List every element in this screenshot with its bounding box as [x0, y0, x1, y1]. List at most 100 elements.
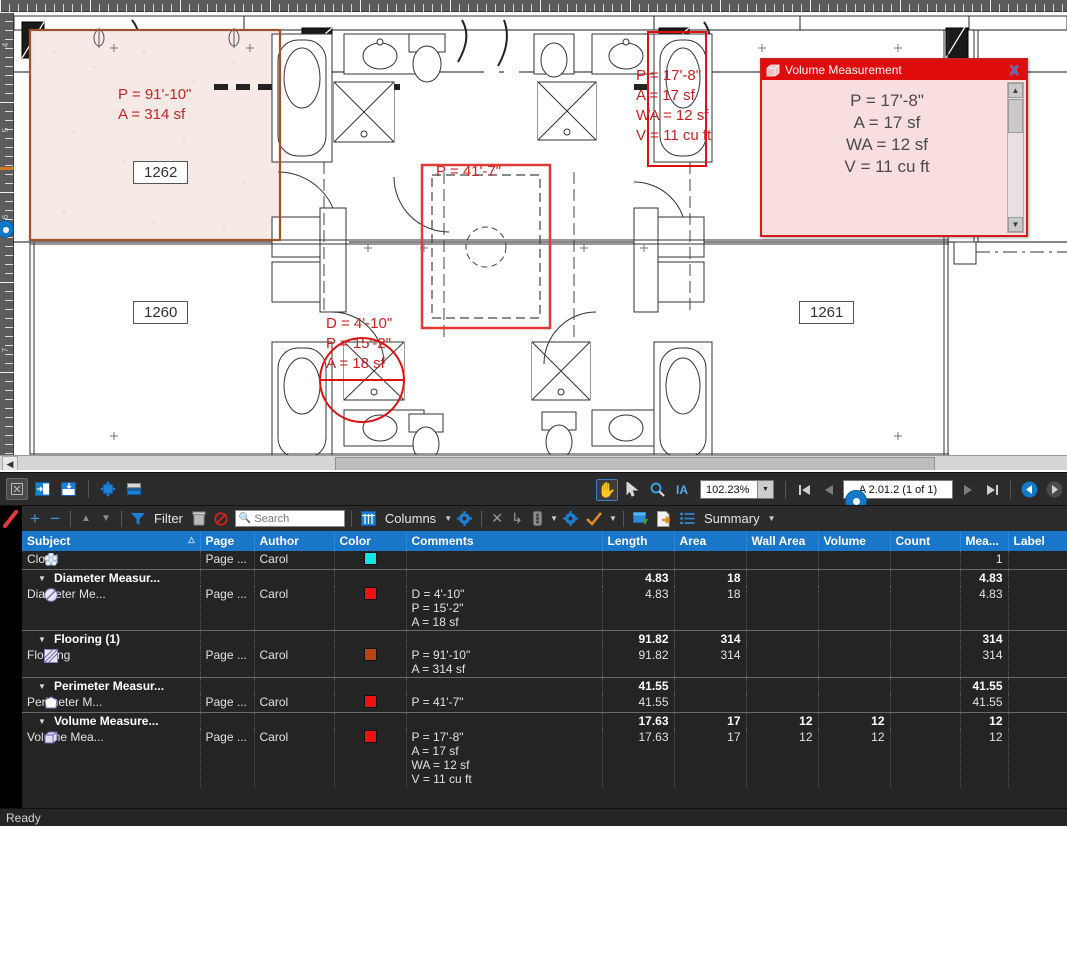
columns-label[interactable]: Columns [381, 511, 440, 526]
drawing-horizontal-scrollbar[interactable]: ◀ [0, 455, 1067, 470]
checkmark-icon[interactable] [583, 509, 605, 529]
export-markups-icon[interactable] [654, 509, 675, 529]
checkmark-chevron-down-icon[interactable]: ▼ [607, 514, 617, 523]
columns-settings-gear-icon[interactable] [454, 509, 475, 529]
color-cell[interactable] [334, 712, 407, 729]
column-header-area[interactable]: Area [674, 531, 747, 551]
clear-filter-icon[interactable] [211, 509, 231, 529]
scroll-down-icon[interactable]: ▼ [1008, 217, 1023, 232]
column-header-subject[interactable]: Subject [22, 531, 201, 551]
subject-cell[interactable]: Diameter Me... [22, 586, 201, 631]
scroll-up-icon[interactable]: ▲ [1008, 83, 1023, 98]
chevron-down-icon[interactable]: ▼ [757, 481, 773, 498]
table-group-row[interactable]: ▼ Perimeter Measur... 41.55 41.55 [22, 677, 1067, 694]
first-page-button[interactable] [793, 479, 815, 501]
search-input[interactable]: 🔍 Search [234, 510, 345, 527]
vertical-nav-handle[interactable] [0, 220, 14, 238]
subject-cell[interactable]: Flooring [22, 647, 201, 678]
chevron-down-icon[interactable]: ▼ [38, 635, 46, 644]
subject-cell[interactable]: Volume Mea... [22, 729, 201, 787]
select-tool-icon[interactable] [621, 479, 643, 501]
column-header-measurement[interactable]: Mea... [960, 531, 1009, 551]
columns-icon[interactable] [358, 509, 379, 529]
column-header-label[interactable]: Label [1008, 531, 1067, 551]
group-subject-cell[interactable]: ▼ Flooring (1) [22, 630, 201, 647]
table-row[interactable]: Cloud Page ... Carol 1 [22, 551, 1067, 570]
subject-cell[interactable]: Perimeter M... [22, 694, 201, 713]
drawing-viewport[interactable]: 4567 P = 91'-10" A = 314 sf P = 17'-8" A… [0, 0, 1067, 470]
color-cell[interactable] [334, 586, 407, 631]
table-row[interactable]: FlooringPage ...Carol P = 91'-10" A = 314… [22, 647, 1067, 678]
status-settings-gear-icon[interactable] [560, 509, 581, 529]
float-panel-icon[interactable] [97, 478, 119, 500]
import-markups-icon[interactable] [630, 509, 652, 529]
column-header-volume[interactable]: Volume [818, 531, 891, 551]
table-group-row[interactable]: ▼ Diameter Measur... 4.83 18 4.83 [22, 569, 1067, 586]
markups-panel-tab[interactable] [0, 506, 22, 816]
dock-right-icon[interactable] [32, 478, 54, 500]
table-row[interactable]: Diameter Me... Page ... Carol D = 4'-10" P … [22, 586, 1067, 631]
color-cell[interactable] [334, 630, 407, 647]
table-row[interactable]: Volume Mea... Page ... Carol P = 17'-8" A =… [22, 729, 1067, 787]
text-search-icon[interactable]: IA [671, 479, 693, 501]
next-page-button[interactable] [956, 479, 978, 501]
markups-panel[interactable]: + − ▲ ▼ Filter 🔍 Search Columns ▼ ✕ ↳ ▼ … [0, 505, 1067, 816]
subject-cell[interactable]: Cloud [22, 551, 201, 570]
reply-arrow-icon[interactable]: ↳ [508, 509, 526, 529]
delete-x-icon[interactable]: ✕ [488, 509, 506, 529]
column-header-color[interactable]: Color [334, 531, 407, 551]
markups-table-container[interactable]: Subject Page Author Color Comments Lengt… [22, 531, 1067, 815]
recycle-bin-icon[interactable] [189, 509, 209, 529]
dock-toolbar[interactable] [0, 478, 145, 500]
zoom-tool-icon[interactable] [646, 479, 668, 501]
column-header-comments[interactable]: Comments [406, 531, 603, 551]
filter-label[interactable]: Filter [150, 511, 187, 526]
column-header-wall-area[interactable]: Wall Area [746, 531, 819, 551]
previous-view-button[interactable] [1018, 479, 1040, 501]
group-subject-cell[interactable]: ▼ Perimeter Measur... [22, 677, 201, 694]
chevron-down-icon[interactable]: ▼ [38, 574, 46, 583]
viewer-toolbar[interactable]: ✋ IA 102.23% ▼ A 2.01.2 (1 of 1) [0, 472, 1067, 505]
column-header-count[interactable]: Count [890, 531, 961, 551]
markups-toolbar[interactable]: + − ▲ ▼ Filter 🔍 Search Columns ▼ ✕ ↳ ▼ … [22, 506, 1067, 531]
add-markup-button[interactable]: + [26, 509, 44, 529]
previous-page-button[interactable] [818, 479, 840, 501]
table-group-row[interactable]: ▼ Volume Measure... 17.63 17 12 12 12 [22, 712, 1067, 729]
dock-bottom-icon[interactable] [58, 478, 80, 500]
summary-label[interactable]: Summary [700, 511, 764, 526]
table-row[interactable]: Perimeter M... Page ... Carol P = 41'-7" 41.… [22, 694, 1067, 713]
horizontal-scroll-thumb[interactable] [335, 457, 935, 470]
filter-icon[interactable] [128, 509, 148, 529]
pan-tool-icon[interactable]: ✋ [596, 478, 618, 501]
close-panel-icon[interactable] [6, 478, 28, 500]
move-down-button[interactable]: ▼ [97, 509, 115, 529]
color-cell[interactable] [334, 647, 407, 678]
column-header-page[interactable]: Page [200, 531, 255, 551]
close-icon[interactable]: X [1007, 62, 1022, 78]
status-chevron-down-icon[interactable]: ▼ [548, 514, 558, 523]
status-traffic-icon[interactable] [528, 509, 546, 529]
scroll-left-icon[interactable]: ◀ [2, 456, 18, 470]
chevron-down-icon[interactable]: ▼ [38, 682, 46, 691]
color-cell[interactable] [334, 677, 407, 694]
chevron-down-icon[interactable]: ▼ [38, 717, 46, 726]
group-subject-cell[interactable]: ▼ Volume Measure... [22, 712, 201, 729]
next-view-button[interactable] [1043, 479, 1065, 501]
column-header-length[interactable]: Length [602, 531, 675, 551]
color-cell[interactable] [334, 729, 407, 787]
remove-markup-button[interactable]: − [46, 509, 64, 529]
color-cell[interactable] [334, 551, 407, 570]
columns-chevron-down-icon[interactable]: ▼ [442, 514, 452, 523]
popup-scrollbar[interactable]: ▲ ▼ [1007, 82, 1024, 233]
move-up-button[interactable]: ▲ [77, 509, 95, 529]
scroll-thumb[interactable] [1008, 99, 1023, 133]
zoom-level-combo[interactable]: 102.23% ▼ [700, 480, 774, 499]
column-header-author[interactable]: Author [254, 531, 335, 551]
group-subject-cell[interactable]: ▼ Diameter Measur... [22, 569, 201, 586]
summary-chevron-down-icon[interactable]: ▼ [766, 514, 776, 523]
viewer-tools[interactable]: ✋ IA 102.23% ▼ A 2.01.2 (1 of 1) [596, 473, 1065, 506]
split-panel-icon[interactable] [123, 478, 145, 500]
last-page-button[interactable] [981, 479, 1003, 501]
popup-title-bar[interactable]: Volume Measurement X [762, 60, 1026, 80]
color-cell[interactable] [334, 694, 407, 713]
